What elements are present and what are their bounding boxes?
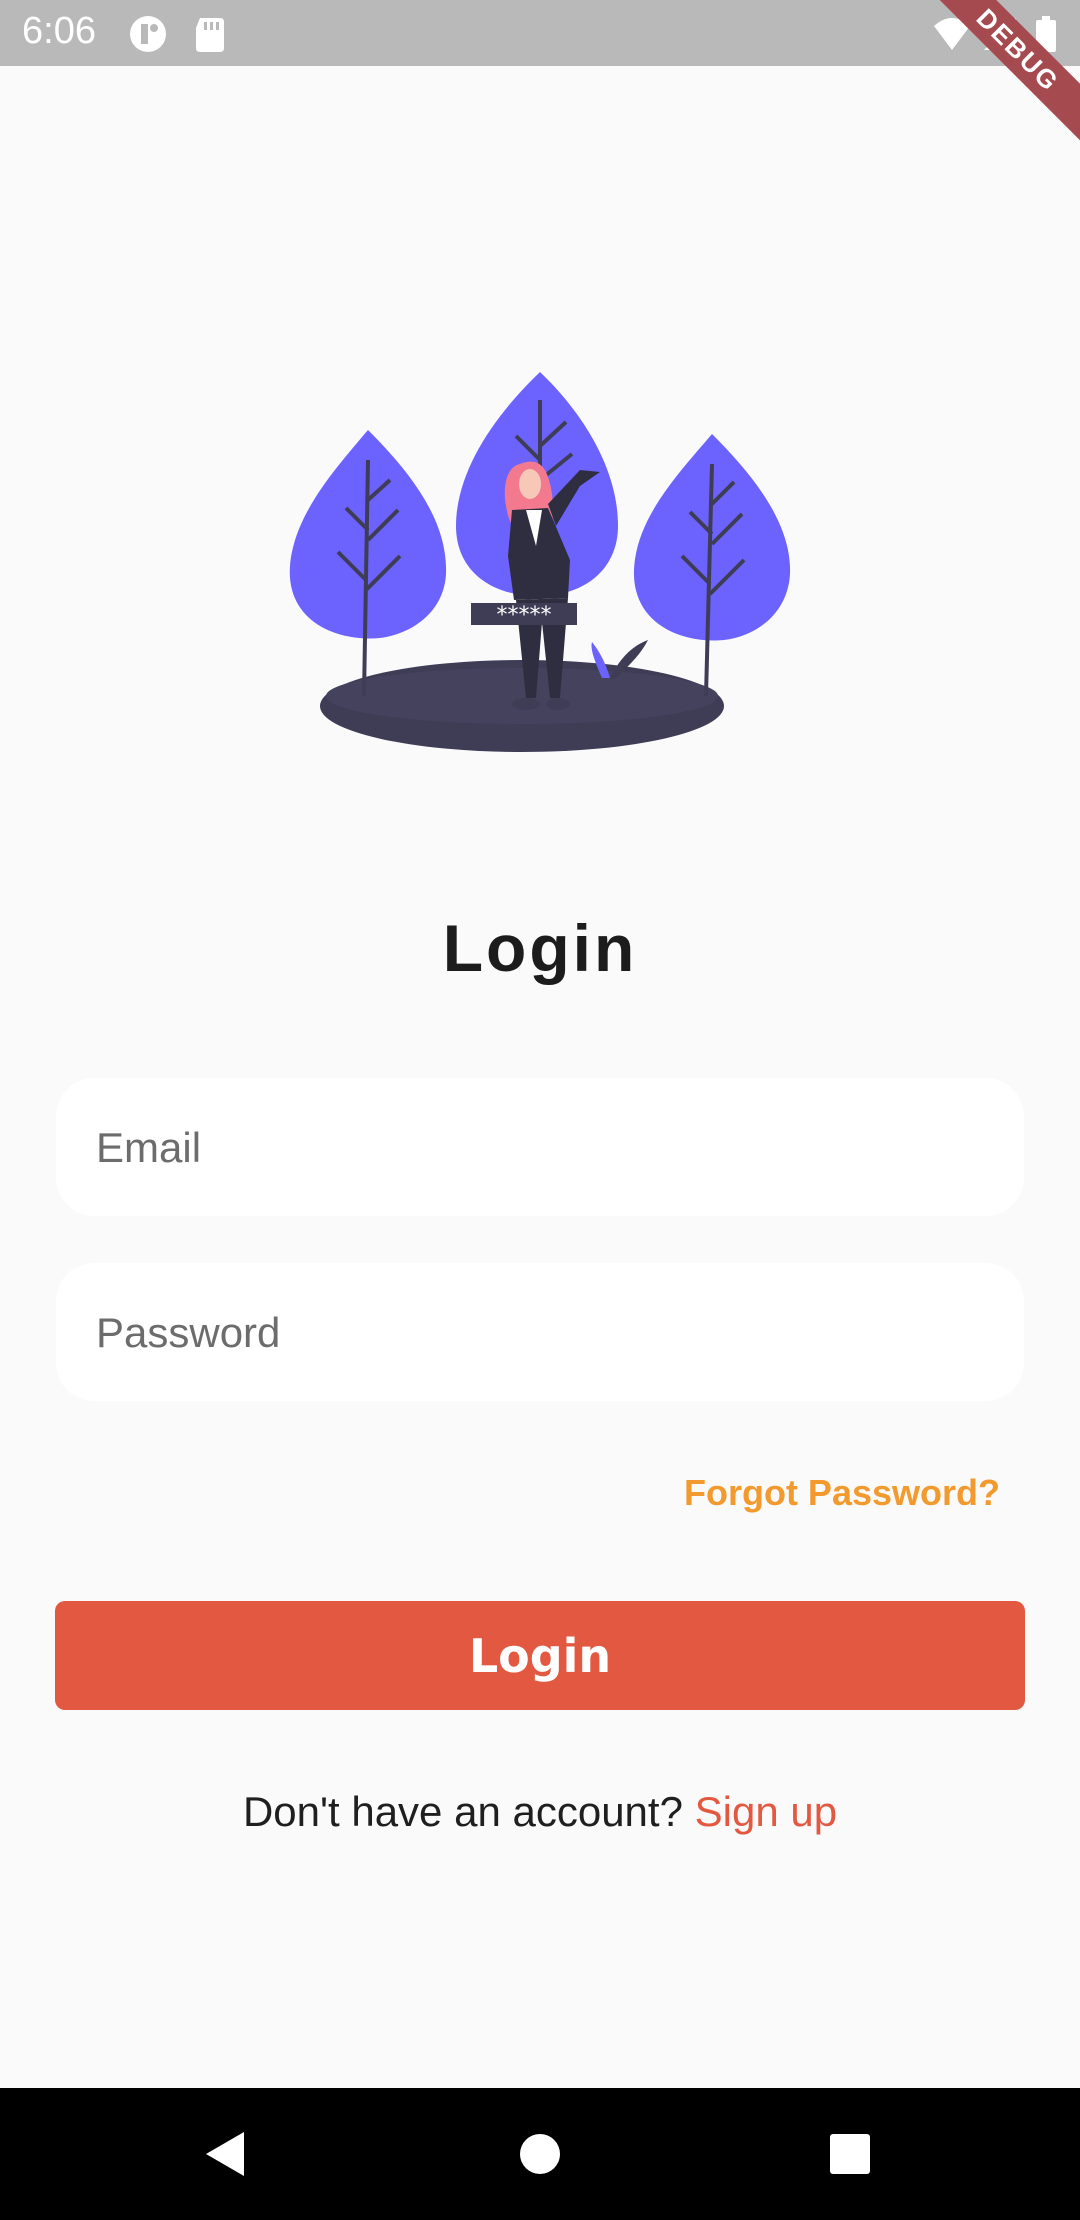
password-field[interactable] bbox=[94, 1263, 988, 1403]
password-mask-text: ***** bbox=[497, 603, 552, 628]
no-account-text: Don't have an account? bbox=[242, 1788, 695, 1835]
signup-link[interactable]: Sign up bbox=[695, 1788, 837, 1835]
status-bar: 6:06 DEBUG bbox=[0, 0, 1080, 157]
login-button[interactable]: Login bbox=[55, 1601, 1025, 1710]
status-time: 6:06 bbox=[22, 10, 96, 52]
forgot-password-link[interactable]: Forgot Password? bbox=[684, 1472, 1000, 1514]
login-illustration: ***** bbox=[280, 360, 800, 780]
email-field-container bbox=[56, 1078, 1024, 1218]
app-notification-icon bbox=[128, 14, 168, 54]
recents-icon[interactable] bbox=[784, 2088, 916, 2220]
page-title: Login bbox=[442, 911, 638, 985]
navigation-bar bbox=[0, 2088, 1080, 2220]
home-icon[interactable] bbox=[474, 2088, 606, 2220]
signup-prompt: Don't have an account? Sign up bbox=[0, 1788, 1080, 1836]
login-screen: 6:06 DEBUG ***** Login Email Forgot Pass… bbox=[0, 0, 1080, 2220]
sd-card-icon bbox=[190, 14, 230, 54]
back-icon[interactable] bbox=[160, 2088, 292, 2220]
password-field-container bbox=[56, 1263, 1024, 1403]
email-field[interactable] bbox=[94, 1078, 988, 1218]
